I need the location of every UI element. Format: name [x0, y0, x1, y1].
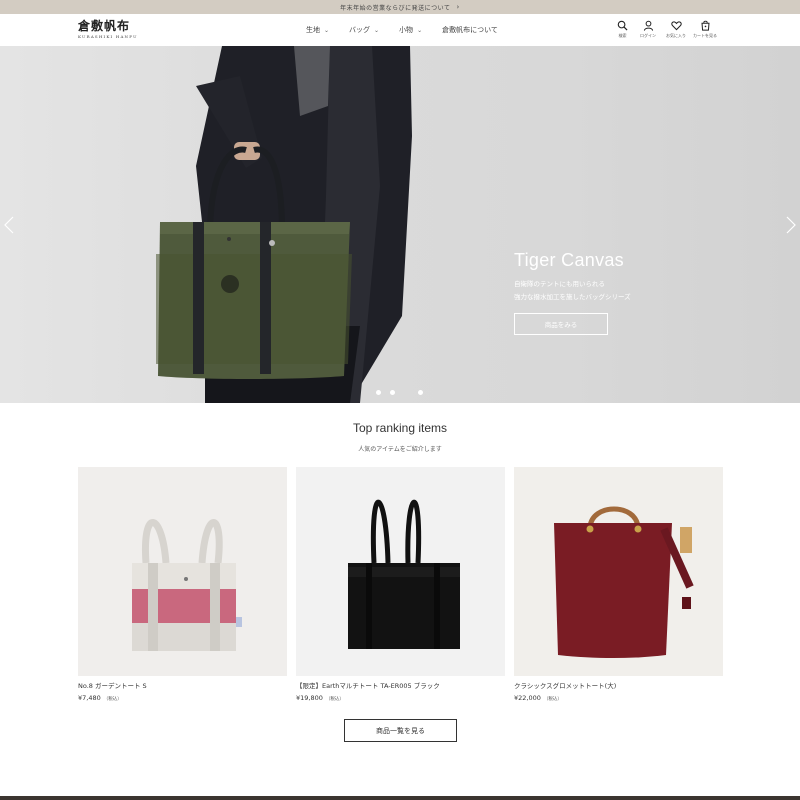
- chevron-down-icon: ⌄: [417, 26, 423, 34]
- nav-item-label: バッグ: [349, 26, 371, 34]
- nav-item-fabric[interactable]: 生地 ⌄: [306, 25, 329, 35]
- product-image[interactable]: [78, 467, 287, 676]
- slider-dot-2[interactable]: [390, 390, 395, 395]
- hero-view-products-button[interactable]: 商品をみる: [514, 313, 608, 335]
- chevron-down-icon: ⌄: [324, 26, 330, 34]
- ranking-subtitle: 人気のアイテムをご紹介します: [358, 446, 442, 453]
- hero-title: Tiger Canvas: [514, 250, 624, 270]
- favorites-tool-label: お気に入り: [666, 33, 686, 38]
- product-image[interactable]: [296, 467, 505, 676]
- hero-slider[interactable]: Tiger Canvas 自衛隊のテントにも用いられる 強力な撥水加工を施したバ…: [0, 46, 800, 403]
- login-tool-label: ログイン: [640, 33, 656, 38]
- cart-tool-label: カートを見る: [693, 33, 717, 38]
- garden-tote-illustration: [78, 467, 287, 676]
- price-tax-note: （税込）: [325, 697, 344, 702]
- announcement-bar[interactable]: 年末年始の営業ならびに発送について ›: [0, 0, 800, 14]
- login-tool[interactable]: ログイン: [640, 20, 656, 39]
- slider-dot-1[interactable]: [376, 390, 381, 395]
- price-value: ¥19,800: [296, 694, 323, 702]
- nav-item-label: 倉敷帆布について: [442, 26, 498, 34]
- nav-item-about[interactable]: 倉敷帆布について: [442, 25, 498, 35]
- logo-japanese: 倉敷帆布: [78, 19, 131, 33]
- chevron-left-icon[interactable]: [3, 216, 15, 234]
- product-card[interactable]: 【限定】Earthマルチトート TA-ER005 ブラック ¥19,800 （税込…: [296, 467, 505, 702]
- chevron-right-icon[interactable]: [785, 216, 797, 234]
- footer-strip: [0, 796, 800, 800]
- nav-item-bags[interactable]: バッグ ⌄: [349, 25, 379, 35]
- chevron-right-icon: ›: [456, 3, 460, 11]
- hero-subtitle-line2: 強力な撥水加工を施したバッグシリーズ: [514, 293, 631, 301]
- hero-subtitle-line1: 自衛隊のテントにも用いられる: [514, 280, 605, 288]
- product-price: ¥7,480 （税込）: [78, 694, 287, 702]
- cart-tool[interactable]: カートを見る: [693, 20, 717, 39]
- slider-dot-3[interactable]: [418, 390, 423, 395]
- hero-subtitle: 自衛隊のテントにも用いられる 強力な撥水加工を施したバッグシリーズ: [514, 278, 631, 304]
- product-card[interactable]: クラシックスグロメットトート(大) ¥22,000 （税込）: [514, 467, 723, 702]
- site-header: 倉敷帆布 KURASHIKI HANPU 生地 ⌄ バッグ ⌄ 小物 ⌄ 倉敷帆…: [0, 14, 800, 46]
- earth-multi-tote-illustration: [296, 467, 505, 676]
- main-nav: 生地 ⌄ バッグ ⌄ 小物 ⌄ 倉敷帆布について: [306, 25, 518, 35]
- product-price: ¥22,000 （税込）: [514, 694, 723, 702]
- heart-icon: [670, 21, 682, 31]
- product-image[interactable]: [514, 467, 723, 676]
- product-card[interactable]: No.8 ガーデントート S ¥7,480 （税込）: [78, 467, 287, 702]
- nav-item-accessories[interactable]: 小物 ⌄: [399, 25, 422, 35]
- search-icon: [617, 20, 628, 31]
- product-price: ¥19,800 （税込）: [296, 694, 505, 702]
- product-name[interactable]: No.8 ガーデントート S: [78, 680, 287, 690]
- hero-image: [156, 46, 412, 403]
- price-value: ¥7,480: [78, 694, 101, 702]
- product-name[interactable]: 【限定】Earthマルチトート TA-ER005 ブラック: [296, 680, 505, 690]
- user-icon: [643, 20, 653, 31]
- favorites-tool[interactable]: お気に入り: [666, 20, 686, 39]
- announcement-text: 年末年始の営業ならびに発送について: [340, 4, 451, 12]
- cart-icon: [700, 20, 710, 31]
- site-logo[interactable]: 倉敷帆布 KURASHIKI HANPU: [78, 19, 138, 40]
- nav-item-label: 小物: [399, 26, 414, 34]
- search-tool-label: 検索: [618, 33, 627, 38]
- nav-item-label: 生地: [306, 26, 320, 34]
- search-tool[interactable]: 検索: [617, 20, 628, 39]
- grommet-tote-illustration: [514, 467, 723, 676]
- price-tax-note: （税込）: [103, 697, 122, 702]
- product-name[interactable]: クラシックスグロメットトート(大): [514, 680, 723, 690]
- logo-english: KURASHIKI HANPU: [78, 34, 138, 39]
- price-tax-note: （税込）: [543, 697, 562, 702]
- ranking-title: Top ranking items: [352, 421, 448, 435]
- view-all-products-button[interactable]: 商品一覧を見る: [344, 719, 457, 742]
- chevron-down-icon: ⌄: [374, 26, 380, 34]
- price-value: ¥22,000: [514, 694, 541, 702]
